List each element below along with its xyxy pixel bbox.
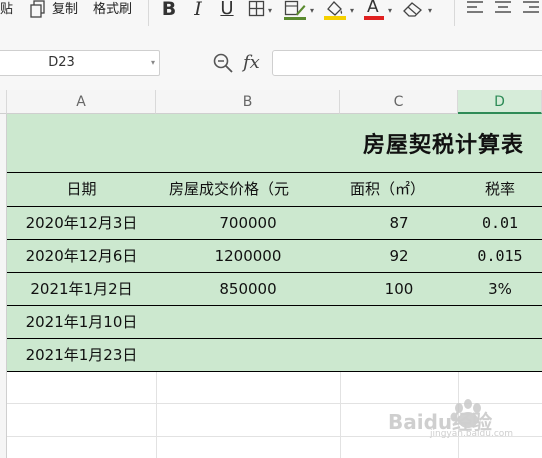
fill-color-dropdown-icon[interactable]: ▾ (350, 6, 354, 16)
table-cell-date[interactable]: 2021年1月2日 (7, 273, 157, 306)
table-cell-rate[interactable] (458, 306, 542, 339)
column-header-b[interactable]: B (156, 90, 340, 114)
underline-icon[interactable]: U (218, 0, 236, 22)
table-cell-area[interactable] (340, 339, 459, 372)
cell-style-dropdown-icon[interactable]: ▾ (310, 6, 314, 16)
italic-icon[interactable]: I (190, 0, 206, 22)
eraser-icon[interactable] (402, 0, 424, 22)
table-cell-area[interactable]: 87 (340, 207, 459, 240)
row-header-strip[interactable] (0, 114, 7, 458)
align-right-icon[interactable] (522, 0, 540, 22)
border-icon[interactable] (248, 0, 266, 22)
bold-icon[interactable]: B (160, 0, 178, 22)
table-title-cell[interactable]: 房屋契税计算表 (7, 114, 542, 173)
toolbar-divider (148, 0, 149, 26)
table-cell-price[interactable] (156, 306, 341, 339)
fx-icon[interactable]: fx (243, 51, 260, 75)
name-box-value: D23 (48, 55, 75, 70)
table-cell-price[interactable]: 700000 (156, 207, 341, 240)
eraser-dropdown-icon[interactable]: ▾ (428, 6, 432, 16)
watermark: Baidu经验 jingyan.baidu.com (388, 398, 538, 442)
header-cell-rate[interactable]: 税率 (458, 173, 542, 207)
table-cell-date[interactable]: 2021年1月10日 (7, 306, 157, 339)
table-cell-rate[interactable]: 0.015 (458, 240, 542, 273)
formula-input[interactable] (272, 50, 542, 76)
table-cell-rate[interactable] (458, 339, 542, 372)
paste-button[interactable]: 贴 (0, 0, 13, 22)
table-cell-price[interactable]: 850000 (156, 273, 341, 306)
column-header-c[interactable]: C (340, 90, 458, 114)
table-cell-area[interactable]: 92 (340, 240, 459, 273)
watermark-subtext: jingyan.baidu.com (430, 429, 514, 439)
zoom-search-icon[interactable] (213, 53, 233, 73)
table-cell-rate[interactable]: 0.01 (458, 207, 542, 240)
ribbon-toolbar: 贴 复制 格式刷 B I U ▾ ▾ ▾ A ▾ ▾ (0, 0, 542, 39)
header-cell-price[interactable]: 房屋成交价格（元 (156, 173, 341, 207)
align-left-icon[interactable] (466, 0, 484, 22)
name-box[interactable]: D23 ▾ (0, 50, 160, 76)
fill-color-icon[interactable] (324, 0, 346, 22)
border-dropdown-icon[interactable]: ▾ (268, 6, 272, 16)
table-cell-rate[interactable]: 3% (458, 273, 542, 306)
table-cell-area[interactable]: 100 (340, 273, 459, 306)
column-header-d[interactable]: D (458, 90, 542, 114)
name-box-dropdown-icon[interactable]: ▾ (151, 51, 155, 75)
column-header-a[interactable]: A (7, 90, 156, 114)
font-color-icon[interactable]: A (364, 0, 384, 22)
select-all-corner[interactable] (0, 90, 7, 114)
copy-button[interactable]: 复制 (52, 0, 78, 22)
align-center-icon[interactable] (494, 0, 512, 22)
header-cell-area[interactable]: 面积（㎡） (340, 173, 459, 207)
table-cell-area[interactable] (340, 306, 459, 339)
copy-icon (30, 0, 46, 22)
table-cell-price[interactable] (156, 339, 341, 372)
header-cell-date[interactable]: 日期 (7, 173, 157, 207)
font-color-dropdown-icon[interactable]: ▾ (388, 6, 392, 16)
toolbar-divider (454, 0, 455, 26)
table-cell-date[interactable]: 2020年12月3日 (7, 207, 157, 240)
table-cell-date[interactable]: 2020年12月6日 (7, 240, 157, 273)
format-painter-button[interactable]: 格式刷 (93, 0, 132, 22)
table-cell-price[interactable]: 1200000 (156, 240, 341, 273)
table-title: 房屋契税计算表 (362, 133, 524, 158)
cell-style-icon[interactable] (284, 0, 306, 22)
table-cell-date[interactable]: 2021年1月23日 (7, 339, 157, 372)
